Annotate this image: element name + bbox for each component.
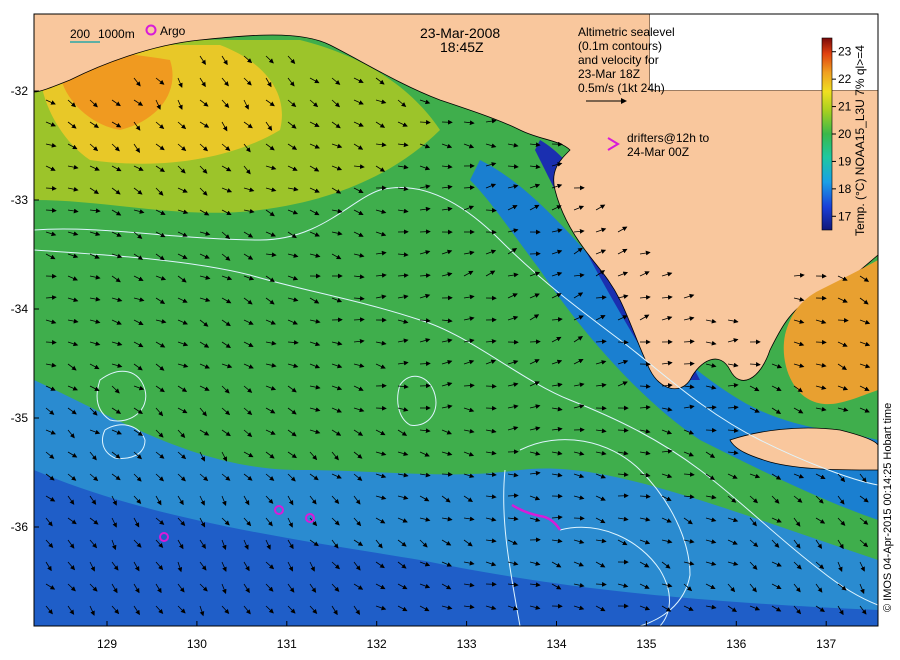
velocity-arrow: [573, 515, 585, 521]
y-tick-label: -33: [11, 193, 29, 207]
credit-text: © IMOS 04-Apr-2015 00:14:25 Hobart time: [882, 403, 894, 612]
velocity-arrow: [815, 339, 827, 345]
sealevel-note-line3: and velocity for: [578, 53, 659, 67]
colorbar-tick-label: 20: [838, 127, 852, 141]
x-tick-label: 130: [187, 637, 207, 651]
x-tick-label: 135: [636, 637, 656, 651]
velocity-arrow: [419, 229, 431, 235]
x-tick-label: 136: [726, 637, 746, 651]
argo-legend-label: Argo: [160, 24, 186, 38]
sealevel-note-line4: 23-Mar 18Z: [578, 67, 640, 81]
colorbar-tick-label: 21: [838, 100, 852, 114]
velocity-arrow: [375, 405, 387, 411]
drifter-note-line1: drifters@12h to: [627, 131, 710, 145]
y-tick-label: -35: [11, 411, 29, 425]
x-tick-label: 132: [367, 637, 387, 651]
bathymetry-legend-200: 200: [70, 27, 90, 41]
x-tick-label: 134: [546, 637, 566, 651]
plot-area: [34, 14, 878, 626]
colorbar-tick-label: 19: [838, 154, 852, 168]
colorbar: [821, 37, 833, 231]
velocity-arrow: [683, 361, 695, 367]
sealevel-note-line1: Altimetric sealevel: [578, 25, 675, 39]
colorbar-tick-label: 17: [838, 209, 852, 223]
y-tick-label: -32: [11, 84, 29, 98]
colorbar-tick-label: 22: [838, 72, 852, 86]
velocity-arrow: [485, 383, 497, 389]
velocity-arrow: [617, 339, 629, 345]
x-tick-label: 129: [97, 637, 117, 651]
velocity-arrow: [485, 405, 497, 411]
x-tick-label: 131: [277, 637, 297, 651]
sst-map: 200 1000m Argo 23-Mar-2008 18:45Z Altime…: [11, 13, 894, 651]
x-tick-label: 137: [816, 637, 836, 651]
colorbar-tick-label: 23: [838, 45, 852, 59]
y-tick-label: -34: [11, 302, 29, 316]
drifter-note-line2: 24-Mar 00Z: [627, 145, 689, 159]
velocity-arrow: [705, 427, 717, 433]
y-tick-label: -36: [11, 520, 29, 534]
velocity-arrow: [529, 339, 541, 345]
colorbar-tick-label: 18: [838, 182, 852, 196]
sealevel-note-line5: 0.5m/s (1kt 24h): [578, 81, 665, 95]
x-tick-label: 133: [457, 637, 477, 651]
sealevel-note-line2: (0.1m contours): [578, 39, 662, 53]
title-time: 18:45Z: [440, 39, 484, 55]
bathymetry-legend-1000: 1000m: [98, 27, 135, 41]
colorbar-label: Temp. (°C) NOAA15_L3U 7% ql>=4: [853, 45, 867, 236]
